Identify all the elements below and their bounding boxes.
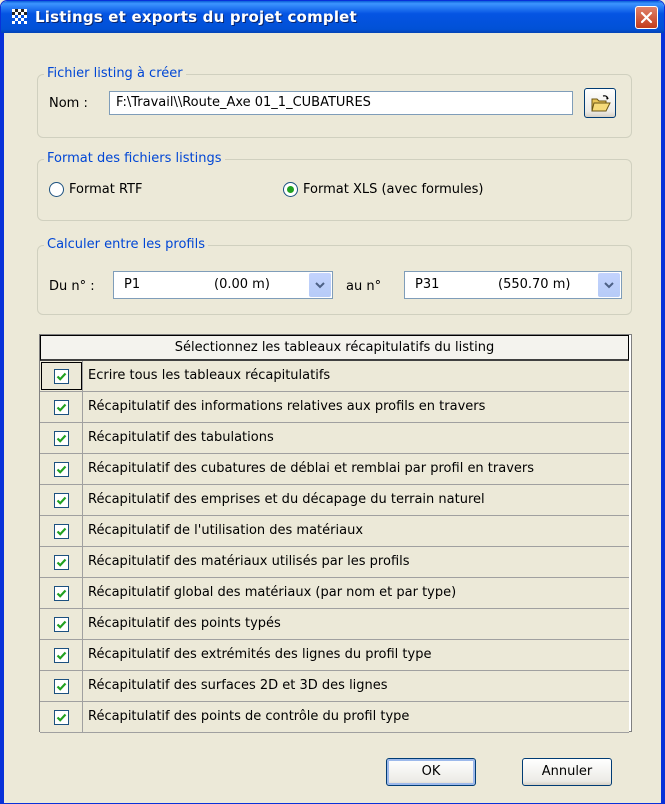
- row-checkbox[interactable]: [54, 369, 69, 384]
- title-bar[interactable]: Listings et exports du projet complet: [1, 1, 664, 33]
- table-row[interactable]: Récapitulatif des points typés: [40, 609, 629, 640]
- from-profile-distance: (0.00 m): [214, 277, 270, 292]
- radio-button-xls[interactable]: [283, 182, 298, 197]
- format-xls-label: Format XLS (avec formules): [303, 182, 484, 197]
- to-profile-distance: (550.70 m): [498, 277, 571, 292]
- table-row[interactable]: Récapitulatif des extrémités des lignes …: [40, 640, 629, 671]
- ok-button[interactable]: OK: [386, 758, 476, 786]
- row-label: Ecrire tous les tableaux récapitulatifs: [88, 368, 331, 383]
- from-profile-label: Du n° :: [49, 279, 95, 294]
- chevron-down-icon: [315, 282, 325, 289]
- checkmark-icon: [56, 465, 67, 474]
- checkbox-cell[interactable]: [40, 361, 83, 391]
- to-profile-code: P31: [415, 277, 440, 292]
- format-rtf-radio[interactable]: Format RTF: [49, 182, 142, 197]
- row-label: Récapitulatif global des matériaux (par …: [88, 585, 457, 600]
- checkmark-icon: [56, 713, 67, 722]
- checkbox-cell[interactable]: [40, 702, 83, 732]
- file-group-legend: Fichier listing à créer: [44, 66, 186, 81]
- table-row[interactable]: Récapitulatif des informations relatives…: [40, 392, 629, 423]
- row-checkbox[interactable]: [54, 617, 69, 632]
- row-label: Récapitulatif des surfaces 2D et 3D des …: [88, 678, 388, 693]
- checkbox-cell[interactable]: [40, 547, 83, 577]
- format-xls-radio[interactable]: Format XLS (avec formules): [283, 182, 484, 197]
- window-title: Listings et exports du projet complet: [35, 8, 357, 26]
- table-row[interactable]: Récapitulatif de l'utilisation des matér…: [40, 516, 629, 547]
- close-icon: [640, 11, 653, 24]
- checkbox-cell[interactable]: [40, 671, 83, 701]
- from-profile-dropdown-button[interactable]: [309, 273, 331, 297]
- row-checkbox[interactable]: [54, 586, 69, 601]
- checkbox-cell[interactable]: [40, 578, 83, 608]
- row-checkbox[interactable]: [54, 493, 69, 508]
- summary-tables-grid: Sélectionnez les tableaux récapitulatifs…: [39, 334, 632, 733]
- table-row[interactable]: Récapitulatif global des matériaux (par …: [40, 578, 629, 609]
- dialog-window: Listings et exports du projet complet Fi…: [0, 0, 665, 804]
- checkmark-icon: [56, 496, 67, 505]
- checkmark-icon: [56, 651, 67, 660]
- row-label: Récapitulatif des emprises et du décapag…: [88, 492, 485, 507]
- row-label: Récapitulatif des cubatures de déblai et…: [88, 461, 535, 476]
- row-checkbox[interactable]: [54, 679, 69, 694]
- browse-folder-button[interactable]: [584, 88, 616, 118]
- checkbox-cell[interactable]: [40, 609, 83, 639]
- table-row[interactable]: Récapitulatif des matériaux utilisés par…: [40, 547, 629, 578]
- from-profile-select[interactable]: P1 (0.00 m): [113, 271, 333, 299]
- checkbox-cell[interactable]: [40, 423, 83, 453]
- checkbox-cell[interactable]: [40, 392, 83, 422]
- row-checkbox[interactable]: [54, 462, 69, 477]
- checkmark-icon: [56, 682, 67, 691]
- checkbox-cell[interactable]: [40, 640, 83, 670]
- format-rtf-label: Format RTF: [69, 182, 143, 197]
- row-label: Récapitulatif des points typés: [88, 616, 281, 631]
- window-border-right: [661, 33, 664, 803]
- row-checkbox[interactable]: [54, 431, 69, 446]
- table-row[interactable]: Récapitulatif des points de contrôle du …: [40, 702, 629, 733]
- checkbox-cell[interactable]: [40, 516, 83, 546]
- checkmark-icon: [56, 589, 67, 598]
- row-label: Récapitulatif des matériaux utilisés par…: [88, 554, 410, 569]
- table-row[interactable]: Récapitulatif des cubatures de déblai et…: [40, 454, 629, 485]
- checkmark-icon: [56, 372, 67, 381]
- row-checkbox[interactable]: [54, 710, 69, 725]
- row-checkbox[interactable]: [54, 400, 69, 415]
- table-row[interactable]: Récapitulatif des surfaces 2D et 3D des …: [40, 671, 629, 702]
- checkmark-icon: [56, 620, 67, 629]
- row-checkbox[interactable]: [54, 555, 69, 570]
- row-label: Récapitulatif des points de contrôle du …: [88, 709, 410, 724]
- app-icon: [12, 9, 27, 24]
- row-label: Récapitulatif des extrémités des lignes …: [88, 647, 432, 662]
- row-label: Récapitulatif des informations relatives…: [88, 399, 486, 414]
- format-group-legend: Format des fichiers listings: [44, 151, 225, 166]
- checkmark-icon: [56, 527, 67, 536]
- table-row[interactable]: Ecrire tous les tableaux récapitulatifs: [40, 361, 629, 392]
- chevron-down-icon: [604, 282, 614, 289]
- row-checkbox[interactable]: [54, 648, 69, 663]
- grid-header: Sélectionnez les tableaux récapitulatifs…: [40, 335, 629, 361]
- name-label: Nom :: [49, 96, 88, 111]
- from-profile-code: P1: [124, 277, 141, 292]
- to-profile-label: au n°: [346, 279, 382, 294]
- checkmark-icon: [56, 434, 67, 443]
- cancel-button[interactable]: Annuler: [522, 758, 612, 786]
- to-profile-select[interactable]: P31 (550.70 m): [404, 271, 622, 299]
- open-folder-icon: [591, 95, 611, 112]
- checkbox-cell[interactable]: [40, 485, 83, 515]
- radio-button-rtf[interactable]: [49, 182, 64, 197]
- window-border-left: [1, 33, 4, 803]
- row-checkbox[interactable]: [54, 524, 69, 539]
- checkbox-cell[interactable]: [40, 454, 83, 484]
- range-group-legend: Calculer entre les profils: [44, 237, 209, 252]
- row-label: Récapitulatif de l'utilisation des matér…: [88, 523, 364, 538]
- table-row[interactable]: Récapitulatif des emprises et du décapag…: [40, 485, 629, 516]
- close-button[interactable]: [635, 6, 658, 29]
- to-profile-dropdown-button[interactable]: [598, 273, 620, 297]
- row-label: Récapitulatif des tabulations: [88, 430, 274, 445]
- checkmark-icon: [56, 558, 67, 567]
- checkmark-icon: [56, 403, 67, 412]
- file-path-input[interactable]: F:\Travail\\Route_Axe 01_1_CUBATURES: [109, 91, 573, 115]
- table-row[interactable]: Récapitulatif des tabulations: [40, 423, 629, 454]
